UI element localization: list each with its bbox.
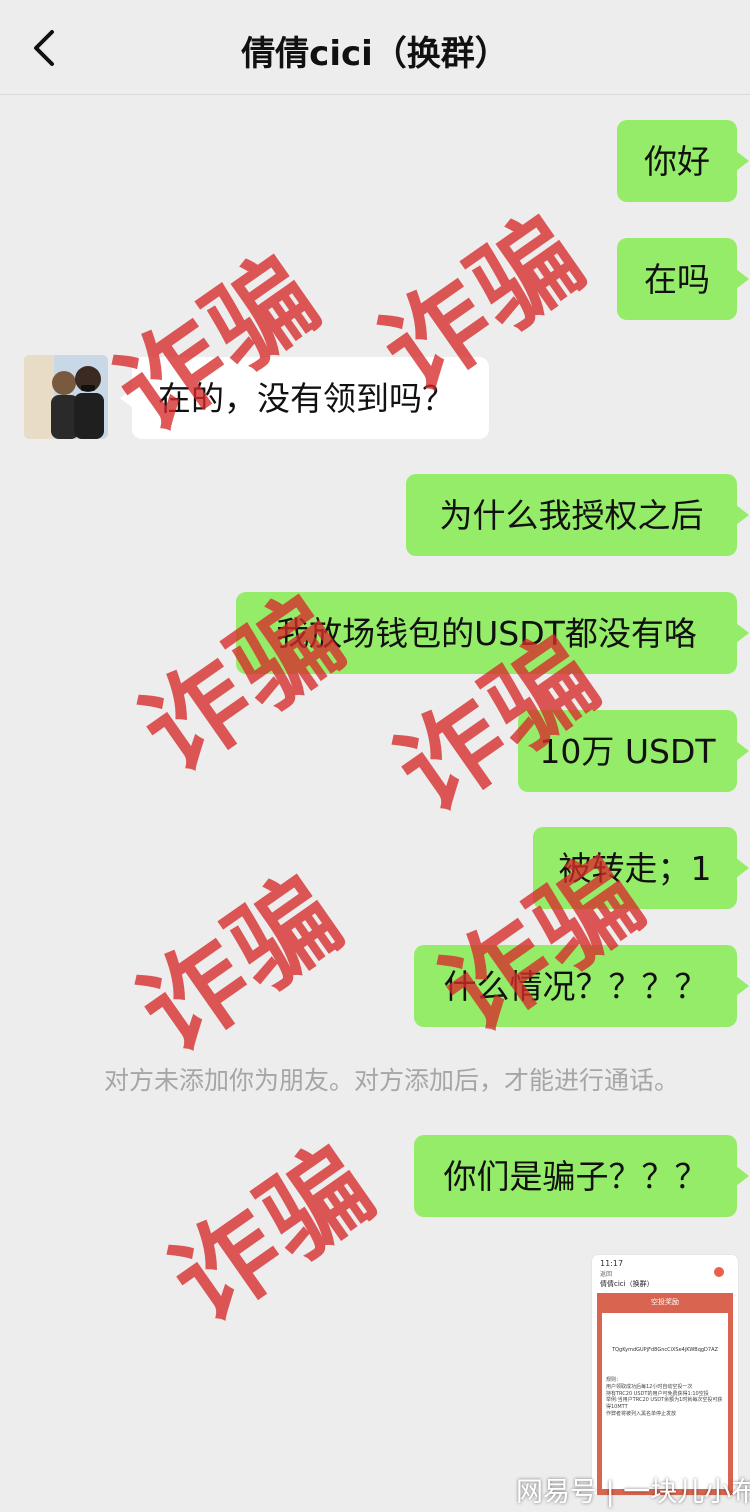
message-bubble-self[interactable]: 什么情况？？？？	[414, 945, 749, 1027]
thumb-airdrop-page: 空投奖励 TQgKymdGUPjFd8GncCiXSe4jKWBqgD7AZ 规…	[597, 1293, 733, 1495]
thumb-page-title: 空投奖励	[651, 1298, 679, 1306]
thumb-back-label: 返回	[600, 1271, 613, 1278]
thumb-card: TQgKymdGUPjFd8GncCiXSe4jKWBqgD7AZ 规则： 用户…	[602, 1313, 728, 1489]
thumb-wallet-address: TQgKymdGUPjFd8GncCiXSe4jKWBqgD7AZ	[612, 1347, 718, 1353]
message-bubble-self[interactable]: 在吗	[617, 238, 749, 320]
message-bubble-other[interactable]: 在的，没有领到吗？	[120, 357, 489, 439]
chat-title: 倩倩cici（换群）	[241, 34, 509, 74]
image-message-thumbnail[interactable]: 11:17 返回 倩倩cici（换群） 空投奖励 TQgKymdGUPjFd8G…	[592, 1255, 738, 1495]
message-bubble-self[interactable]: 被转走；1	[533, 827, 749, 909]
thumb-record-icon	[714, 1267, 724, 1277]
message-bubble-self[interactable]: 为什么我授权之后	[406, 474, 749, 556]
contact-avatar[interactable]	[24, 355, 108, 439]
thumb-chat-name: 倩倩cici（换群）	[600, 1280, 654, 1288]
message-bubble-self[interactable]: 你好	[617, 120, 749, 202]
thumb-rules: 规则： 用户领取成功后每12小时自动空投一次 持有TRC20 USDT的用户可免…	[606, 1377, 723, 1417]
system-notice: 对方未添加你为朋友。对方添加后，才能进行通话。	[104, 1066, 680, 1095]
thumb-status-time: 11:17	[600, 1259, 624, 1268]
avatar-photo	[24, 355, 108, 439]
message-bubble-self[interactable]: 我放场钱包的USDT都没有咯	[236, 592, 749, 674]
source-credit: 网易号 | 一块儿小布	[516, 1477, 750, 1508]
message-bubble-self[interactable]: 你们是骗子？？？	[414, 1135, 749, 1217]
chat-area: 你好 在吗 在的，没有领到吗？ 为什么我授权之后 我放场钱包的USDT都没有咯 …	[0, 95, 750, 1512]
nav-bar: 倩倩cici（换群）	[0, 0, 750, 95]
message-bubble-self[interactable]: 10万 USDT	[518, 710, 749, 792]
